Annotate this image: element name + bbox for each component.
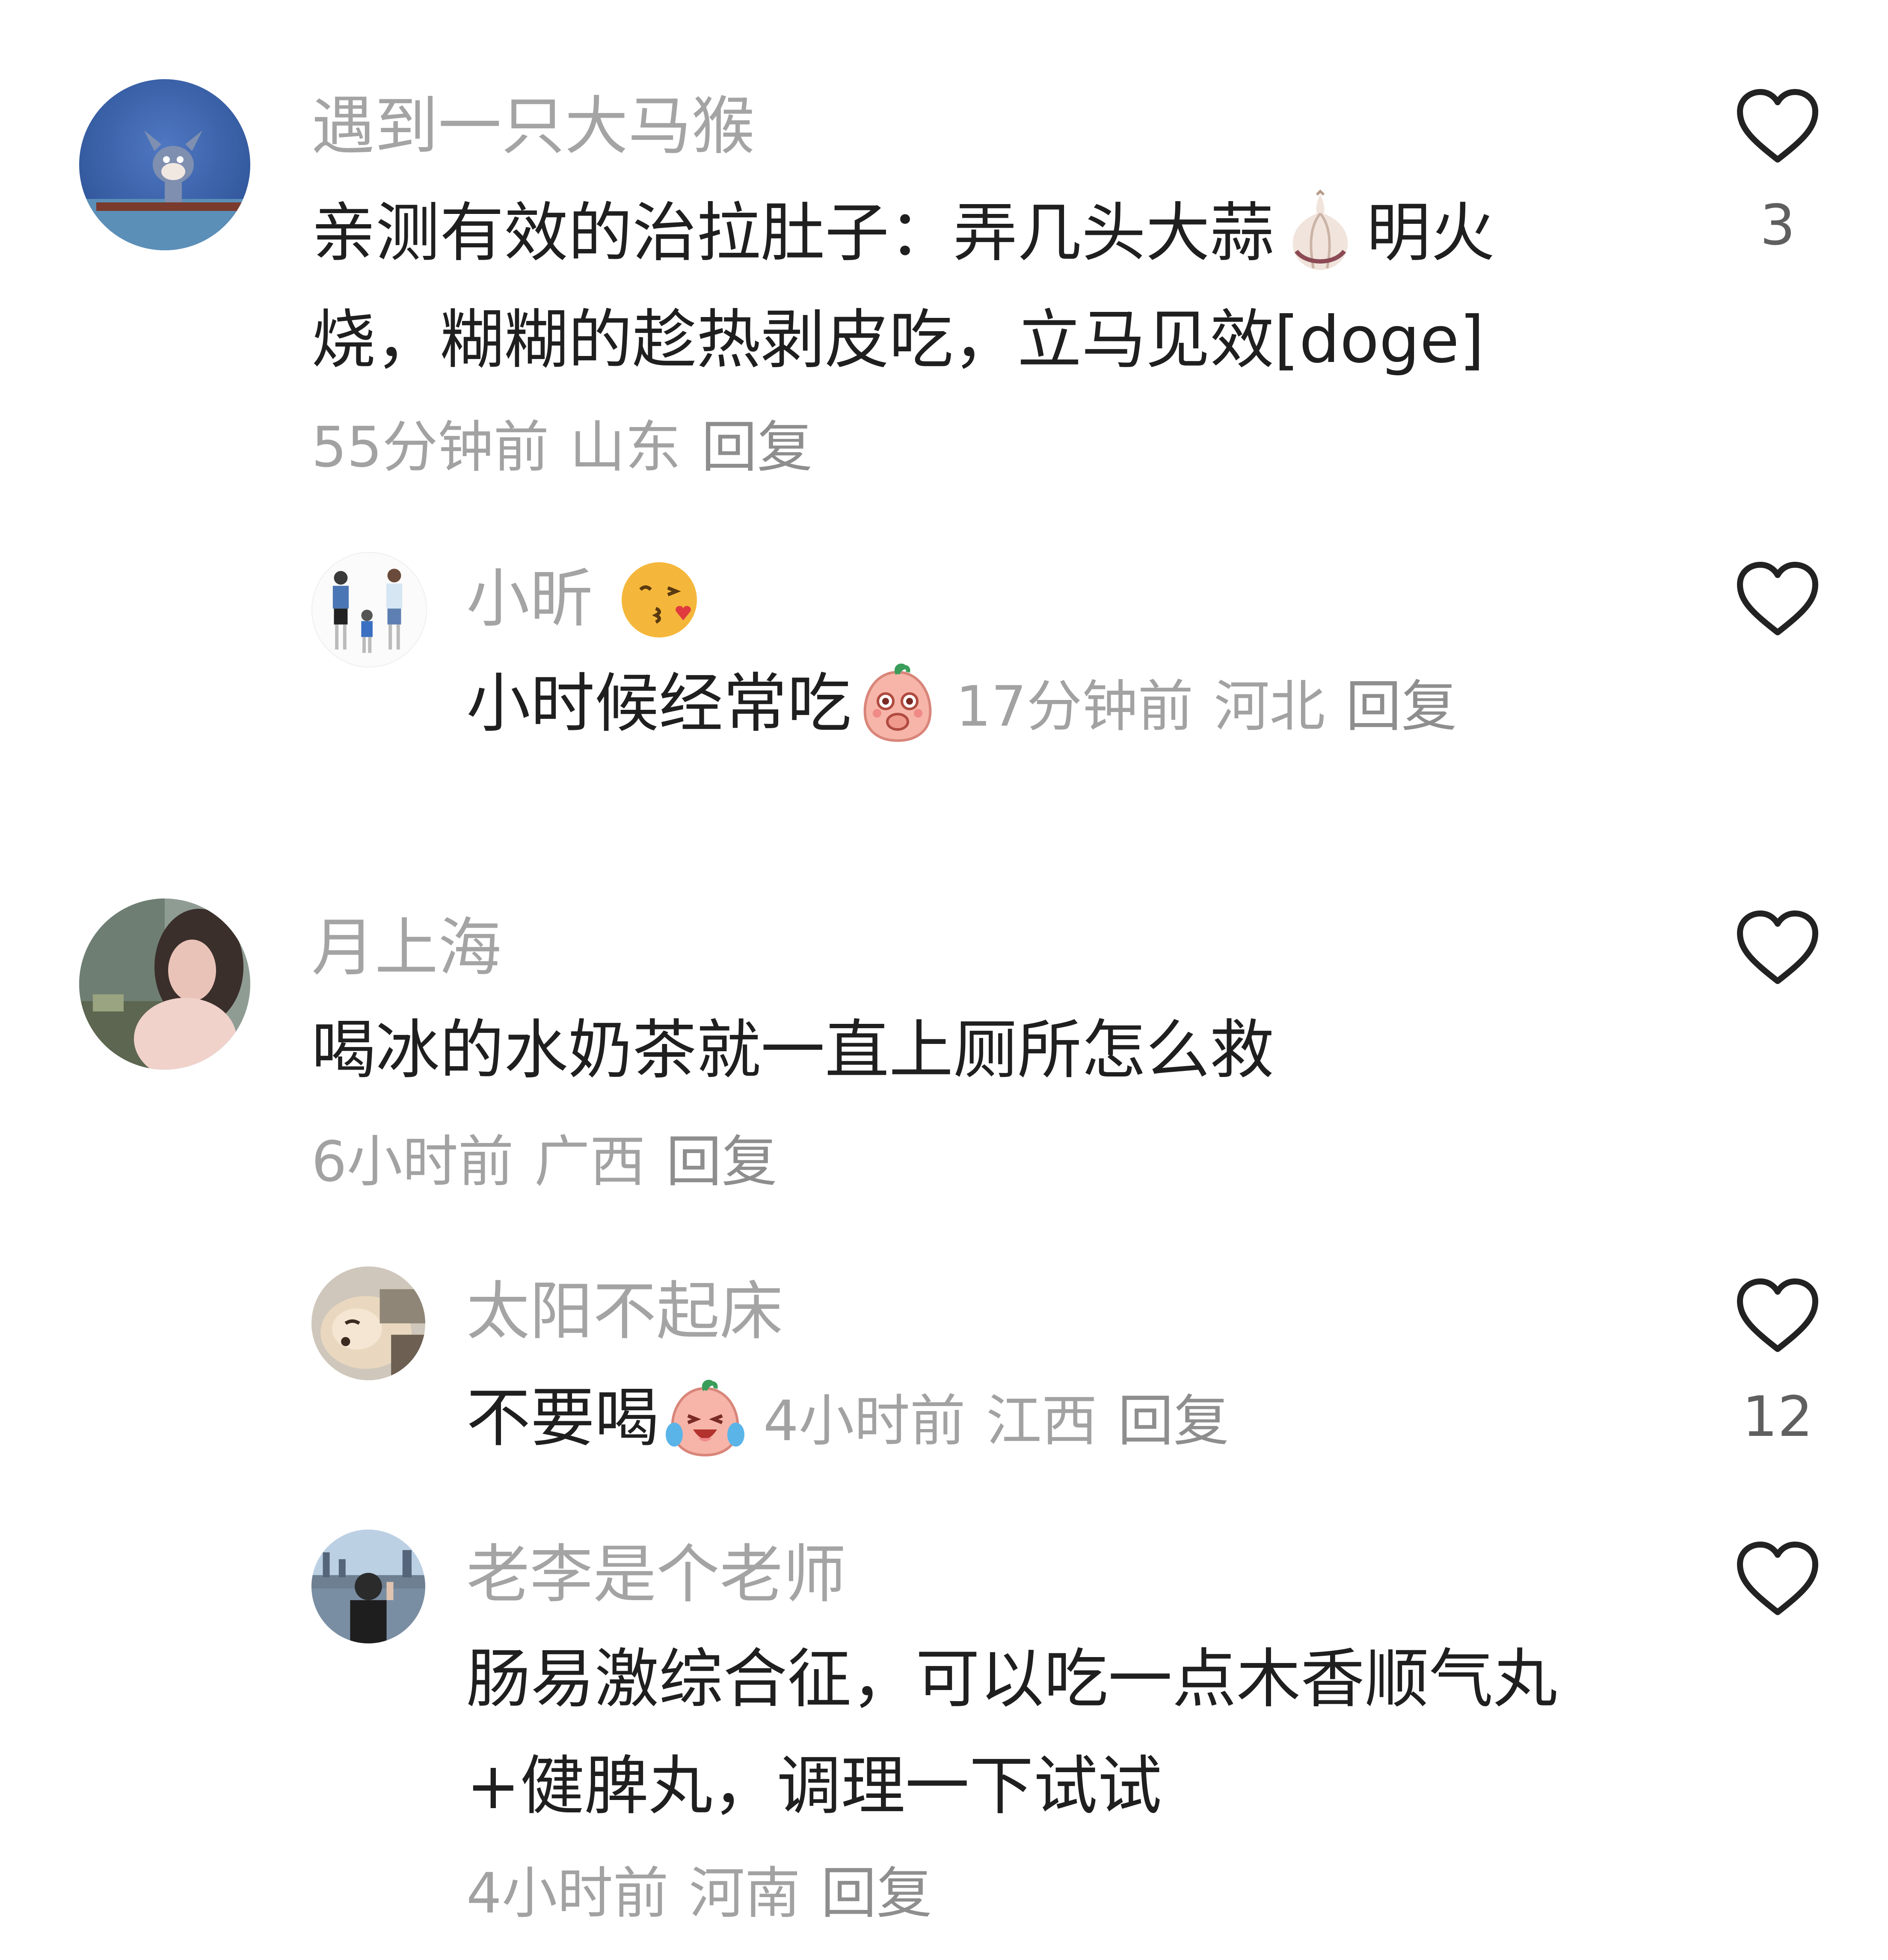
comment-username[interactable]: 老李是个老师 [466,1538,846,1611]
comment-time: 6小时前 [311,1129,514,1194]
avatar[interactable] [311,1530,425,1643]
comment-text: 不要喝 4小时前 江西 回复 [466,1365,1250,1474]
comment-text: 喝冰的水奶茶就一直上厕所怎么救 [311,1013,1274,1088]
comment-list: 遇到一只大马猴 亲测有效的治拉肚子：弄几头大蒜 明火 烧，糊糊的趁热剥皮吃，立马… [0,0,1888,1960]
like-count: 12 [1742,1384,1813,1449]
avatar[interactable] [311,552,427,667]
comment-username[interactable]: 太阳不起床 [466,1275,783,1348]
comment-meta: 6小时前 广西 回复 [311,1130,798,1194]
comment-meta: 17分钟前 河北 回复 [956,674,1477,739]
comment-username[interactable]: 遇到一只大马猴 [311,90,755,163]
avatar[interactable] [311,1266,425,1380]
comment-time: 17分钟前 [956,674,1194,739]
comment-time: 55分钟前 [311,415,549,480]
avatar[interactable] [79,898,250,1070]
like-heart-icon[interactable] [1735,88,1820,165]
comment-time: 4小时前 [763,1388,966,1453]
comment-text-part: 明火 [1366,196,1495,270]
comment-text-line2: 烧，糊糊的趁热剥皮吃，立马见效[doge] [311,303,1485,377]
comment-meta: 4小时前 河南 回复 [466,1861,953,1925]
like-heart-icon[interactable] [1735,560,1820,638]
comment-location: 江西 [986,1388,1097,1453]
reply-button[interactable]: 回复 [701,415,812,480]
reply-button[interactable]: 回复 [1118,1388,1229,1453]
kiss-emoji-icon [616,557,702,643]
reply-button[interactable]: 回复 [821,1861,932,1926]
comment-location: 广西 [534,1129,646,1194]
reply-button[interactable]: 回复 [666,1129,777,1194]
crying-laughing-emoji-icon [662,1375,748,1460]
like-count: 3 [1760,193,1796,258]
covering-mouth-emoji-icon [855,660,940,746]
avatar[interactable] [79,79,250,250]
comment-text: 肠易激综合征，可以吃一点木香顺气丸 [466,1642,1558,1717]
like-heart-icon[interactable] [1735,1277,1820,1354]
comment-meta: 4小时前 江西 回复 [763,1388,1250,1453]
reply-button[interactable]: 回复 [1346,674,1457,739]
reply-username[interactable]: 小昕 [466,562,593,636]
comment-location: 河南 [689,1861,800,1926]
reply-text: 小时候经常吃 [466,667,852,741]
like-heart-icon[interactable] [1735,1540,1820,1617]
like-heart-icon[interactable] [1735,909,1820,986]
garlic-icon [1277,189,1363,275]
reply-text: 不要喝 [466,1381,659,1456]
comment-username: 小昕 [466,560,705,646]
comment-location: 山东 [569,415,681,480]
comment-meta: 55分钟前 山东 回复 [311,415,833,479]
comment-text-part: 亲测有效的治拉肚子：弄几头大蒜 [311,196,1274,270]
comment-text: 亲测有效的治拉肚子：弄几头大蒜 明火 [311,180,1495,287]
comment-text: 小时候经常吃 17分钟前 河北 回复 [466,650,1477,760]
comment-location: 河北 [1214,674,1325,739]
comment-username[interactable]: 月上海 [311,911,501,984]
comment-time: 4小时前 [466,1861,669,1926]
comment-text-line2: +健脾丸，调理一下试试 [466,1749,1162,1824]
